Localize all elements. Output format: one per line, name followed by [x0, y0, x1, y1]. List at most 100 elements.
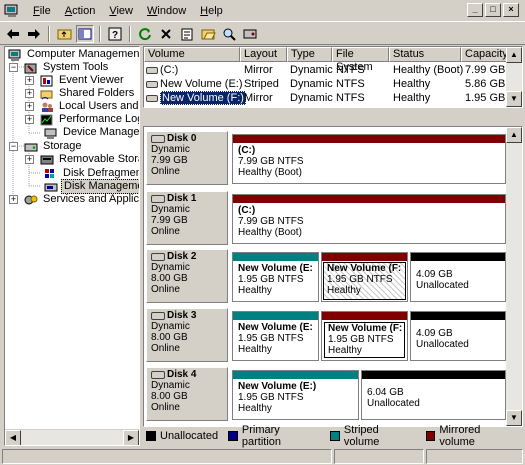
- restore-button[interactable]: □: [485, 3, 501, 17]
- disk-row[interactable]: Disk 4 Dynamic 8.00 GB Online New Volume…: [144, 365, 508, 423]
- tree-item-shared-folders[interactable]: Shared Folders: [40, 87, 136, 100]
- column-header-type[interactable]: Type: [287, 47, 332, 62]
- column-header-volume[interactable]: Volume: [144, 47, 240, 62]
- partition-unallocated[interactable]: 4.09 GB Unallocated: [410, 311, 506, 361]
- forward-arrow-icon[interactable]: [25, 25, 43, 43]
- scroll-up-button[interactable]: ▲: [506, 127, 522, 143]
- scroll-left-button[interactable]: ◀: [5, 430, 21, 445]
- partition-unallocated[interactable]: 4.09 GB Unallocated: [410, 252, 506, 302]
- collapse-toggle[interactable]: −: [9, 142, 18, 151]
- partition-size: 1.95 GB NTFS: [238, 392, 304, 403]
- disk-label[interactable]: Disk 0 Dynamic 7.99 GB Online: [146, 131, 228, 185]
- toolbar-separator: [99, 25, 101, 42]
- tree-item-computer-management[interactable]: Computer Management (Local): [8, 48, 139, 61]
- mirrored-bar: [322, 312, 407, 320]
- volume-layout: Striped: [244, 78, 279, 90]
- refresh-icon[interactable]: [136, 25, 154, 43]
- scroll-up-button[interactable]: ▲: [506, 47, 522, 63]
- tree-item-performance[interactable]: Performance Logs and Alerts: [40, 113, 139, 126]
- volume-type: Dynamic: [290, 78, 333, 90]
- tree-label: Event Viewer: [59, 74, 124, 86]
- tree-label: Services and Applications: [43, 193, 139, 205]
- volume-icon: [146, 94, 158, 102]
- pane-splitter[interactable]: [143, 110, 523, 124]
- menu-file[interactable]: File: [26, 3, 58, 19]
- tree-item-system-tools[interactable]: System Tools: [24, 61, 110, 74]
- disk-management-icon: [44, 181, 58, 193]
- partition-striped[interactable]: New Volume (E: 1.95 GB NTFS Healthy: [232, 252, 319, 302]
- volume-icon: [146, 80, 158, 88]
- up-folder-icon[interactable]: [55, 25, 73, 43]
- back-arrow-icon[interactable]: [4, 25, 22, 43]
- partition-size: 1.95 GB NTFS: [328, 334, 394, 345]
- disk-graphical-view[interactable]: Disk 0 Dynamic 7.99 GB Online (C:) 7.99 G…: [143, 126, 523, 427]
- computer-management-icon[interactable]: [4, 3, 20, 19]
- expand-toggle[interactable]: +: [25, 76, 34, 85]
- minimize-button[interactable]: _: [467, 3, 483, 17]
- tree-item-local-users[interactable]: Local Users and Groups: [40, 100, 139, 113]
- tree-label: Disk Management: [61, 179, 139, 194]
- disk-view-scrollbar[interactable]: ▲ ▼: [506, 127, 522, 426]
- tree-item-device-manager[interactable]: Device Manager: [44, 126, 139, 139]
- expand-toggle[interactable]: +: [9, 195, 18, 204]
- collapse-toggle[interactable]: −: [9, 63, 18, 72]
- status-panel: [334, 449, 424, 464]
- search-icon[interactable]: [220, 25, 238, 43]
- delete-icon[interactable]: [157, 25, 175, 43]
- disk-row[interactable]: Disk 2 Dynamic 8.00 GB Online New Volume…: [144, 247, 508, 305]
- volume-row-selected[interactable]: New Volume (F:) Mirror Dynamic NTFS Heal…: [144, 91, 508, 105]
- disk-label[interactable]: Disk 3 Dynamic 8.00 GB Online: [146, 308, 228, 362]
- volume-row[interactable]: New Volume (E:) Striped Dynamic NTFS Hea…: [144, 77, 508, 91]
- partition-mirrored[interactable]: (C:) 7.99 GB NTFS Healthy (Boot): [232, 134, 506, 184]
- volume-list-scrollbar[interactable]: ▲ ▼: [506, 47, 522, 107]
- column-header-file-system[interactable]: File System: [332, 47, 389, 73]
- partition-mirrored-selected[interactable]: New Volume (F: 1.95 GB NTFS Healthy: [321, 252, 408, 302]
- tree-item-event-viewer[interactable]: Event Viewer: [40, 74, 126, 87]
- menu-help[interactable]: Help: [193, 3, 230, 19]
- tree-item-disk-management[interactable]: Disk Management: [44, 179, 139, 194]
- partition-unallocated[interactable]: 6.04 GB Unallocated: [361, 370, 506, 420]
- help-icon[interactable]: ?: [106, 25, 124, 43]
- partition-size: 7.99 GB NTFS: [238, 216, 304, 227]
- disk-label[interactable]: Disk 1 Dynamic 7.99 GB Online: [146, 191, 228, 245]
- partition-mirrored[interactable]: New Volume (F: 1.95 GB NTFS Healthy: [321, 311, 408, 361]
- scroll-down-button[interactable]: ▼: [506, 91, 522, 107]
- disk-settings-icon[interactable]: [241, 25, 259, 43]
- partition-mirrored[interactable]: (C:) 7.99 GB NTFS Healthy (Boot): [232, 194, 506, 244]
- column-header-layout[interactable]: Layout: [240, 47, 287, 62]
- disk-row[interactable]: Disk 1 Dynamic 7.99 GB Online (C:) 7.99 G…: [144, 189, 508, 247]
- open-icon[interactable]: [199, 25, 217, 43]
- disk-label[interactable]: Disk 4 Dynamic 8.00 GB Online: [146, 367, 228, 421]
- disk-name: Disk 3: [167, 310, 197, 321]
- expand-toggle[interactable]: +: [25, 102, 34, 111]
- tree-item-removable-storage[interactable]: Removable Storage: [40, 153, 139, 166]
- expand-toggle[interactable]: +: [25, 155, 34, 164]
- menu-window[interactable]: Window: [140, 3, 193, 19]
- volume-list[interactable]: Volume Layout Type File System Status Ca…: [143, 46, 523, 108]
- disk-row[interactable]: Disk 0 Dynamic 7.99 GB Online (C:) 7.99 G…: [144, 129, 508, 187]
- legend-label: Striped volume: [343, 424, 380, 448]
- tree-horizontal-scrollbar[interactable]: ◀ ▶: [5, 429, 139, 445]
- tree-item-services[interactable]: Services and Applications: [24, 193, 139, 206]
- partition-striped[interactable]: New Volume (E:) 1.95 GB NTFS Healthy: [232, 370, 359, 420]
- scroll-right-button[interactable]: ▶: [123, 430, 139, 445]
- expand-toggle[interactable]: +: [25, 89, 34, 98]
- expand-toggle[interactable]: +: [25, 115, 34, 124]
- console-tree[interactable]: Computer Management (Local) − System Too…: [4, 46, 140, 446]
- tree-item-storage[interactable]: Storage: [24, 140, 84, 153]
- menu-action[interactable]: Action: [58, 3, 103, 19]
- legend-swatch: [330, 431, 340, 441]
- close-button[interactable]: ×: [503, 3, 519, 17]
- volume-row[interactable]: (C:) Mirror Dynamic NTFS Healthy (Boot) …: [144, 63, 508, 77]
- disk-state: Online: [151, 226, 180, 237]
- partition-striped[interactable]: New Volume (E: 1.95 GB NTFS Healthy: [232, 311, 319, 361]
- column-header-status[interactable]: Status: [389, 47, 461, 62]
- properties-icon[interactable]: [178, 25, 196, 43]
- toolbar: ?: [0, 23, 525, 45]
- partition-status: Healthy: [327, 285, 361, 296]
- menu-view[interactable]: View: [102, 3, 140, 19]
- disk-row[interactable]: Disk 3 Dynamic 8.00 GB Online New Volume…: [144, 306, 508, 364]
- column-header-capacity[interactable]: Capacity: [461, 47, 508, 62]
- disk-label[interactable]: Disk 2 Dynamic 8.00 GB Online: [146, 249, 228, 303]
- show-hide-tree-icon[interactable]: [76, 24, 94, 43]
